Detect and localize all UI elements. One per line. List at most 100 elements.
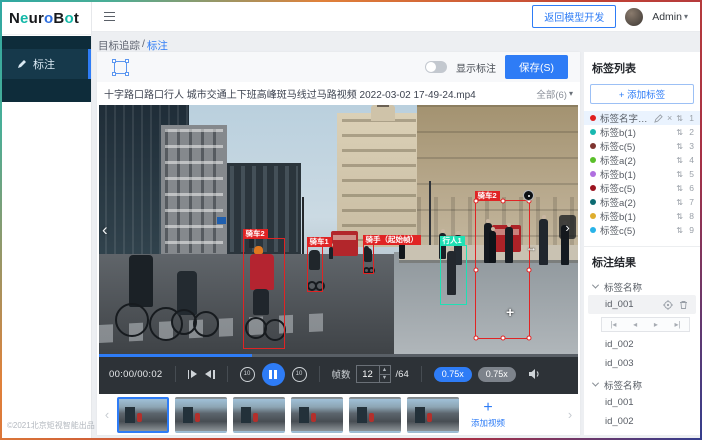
label-list-item[interactable]: 标签a(2)⇅7: [584, 195, 700, 209]
result-group-header[interactable]: 标签名称: [584, 278, 700, 295]
delete-label-icon[interactable]: ×: [667, 114, 672, 123]
result-item[interactable]: id_002: [584, 412, 700, 431]
label-list-item[interactable]: 标签b(1)⇅2: [584, 125, 700, 139]
result-item[interactable]: id_003: [584, 354, 700, 373]
add-label-button[interactable]: + 添加标签: [590, 84, 694, 104]
video-thumbnail[interactable]: [291, 397, 343, 433]
sort-icon[interactable]: ⇅: [676, 198, 683, 207]
sort-icon[interactable]: ⇅: [676, 170, 683, 179]
show-annotation-toggle[interactable]: [425, 61, 447, 73]
scene-tower: [371, 105, 395, 121]
trash-icon[interactable]: [679, 300, 688, 310]
scene-wheel: [193, 311, 219, 337]
save-button[interactable]: 保存(S): [505, 55, 568, 79]
thumbnail-strip: ‹ + 添加视频 ›: [99, 394, 578, 435]
sort-icon[interactable]: ⇅: [676, 128, 683, 137]
sort-icon[interactable]: ⇅: [676, 156, 683, 165]
resize-handle[interactable]: [474, 199, 479, 204]
video-canvas[interactable]: 骑车2骑车1骑手（起始帧）行人1骑车2 ‹ › + ↔: [99, 105, 578, 354]
label-list-item[interactable]: 标签b(1)⇅8: [584, 209, 700, 223]
result-item[interactable]: id_002: [584, 335, 700, 354]
thumbs-prev-icon[interactable]: ‹: [102, 407, 112, 422]
label-list-item[interactable]: 标签b(1)⇅5: [584, 167, 700, 181]
prev-video-overlay-icon[interactable]: ‹: [102, 220, 108, 240]
resize-handle[interactable]: [527, 336, 532, 341]
prev-frame-button[interactable]: [188, 370, 198, 379]
next-frame-button[interactable]: [205, 370, 215, 379]
prev-frame-icon[interactable]: ◂: [633, 321, 637, 329]
result-group-header[interactable]: 标签名称: [584, 376, 700, 393]
rect-select-tool-icon[interactable]: [114, 61, 127, 74]
frame-input[interactable]: [357, 366, 379, 382]
breadcrumb-parent[interactable]: 目标追踪: [98, 38, 140, 53]
label-list-item[interactable]: 标签c(5)⇅9: [584, 223, 700, 237]
plus-icon: +: [483, 400, 492, 416]
logo-char: N: [9, 10, 20, 27]
annotation-box-selected[interactable]: 骑车2: [475, 200, 530, 339]
rewind-10-icon[interactable]: 10: [240, 367, 255, 382]
forward-10-icon[interactable]: 10: [292, 367, 307, 382]
next-video-overlay-icon[interactable]: ›: [559, 215, 576, 239]
video-thumbnail[interactable]: [349, 397, 401, 433]
result-group-name: 标签名称: [604, 378, 642, 392]
next-frame-icon[interactable]: ▸: [654, 321, 658, 329]
label-color-dot: [590, 143, 596, 149]
frame-up-icon[interactable]: ▲: [380, 366, 390, 374]
result-item[interactable]: id_003: [584, 431, 700, 435]
edit-label-icon[interactable]: [654, 114, 663, 123]
annotation-box[interactable]: 行人1: [440, 245, 467, 305]
first-frame-icon[interactable]: |◂: [610, 321, 616, 329]
label-list-item[interactable]: 标签名字最长数...×⇅1: [584, 111, 700, 125]
result-item[interactable]: id_001: [584, 393, 700, 412]
resize-handle[interactable]: [500, 199, 505, 204]
volume-icon[interactable]: [528, 368, 541, 380]
annotation-box[interactable]: 骑车1: [307, 246, 323, 292]
label-list-item[interactable]: 标签c(5)⇅3: [584, 139, 700, 153]
annotation-box-label: 骑手（起始帧）: [363, 235, 422, 246]
add-video-button[interactable]: + 添加视频: [464, 396, 512, 434]
scene-building: [337, 113, 421, 247]
annotation-box[interactable]: 骑车2: [243, 238, 285, 349]
sort-icon[interactable]: ⇅: [676, 226, 683, 235]
last-frame-icon[interactable]: ▸|: [675, 321, 681, 329]
label-index: 3: [687, 141, 694, 151]
sort-icon[interactable]: ⇅: [676, 184, 683, 193]
label-color-dot: [590, 157, 596, 163]
sort-icon[interactable]: ⇅: [676, 142, 683, 151]
frame-down-icon[interactable]: ▼: [380, 374, 390, 383]
label-list-item[interactable]: 标签c(5)⇅6: [584, 181, 700, 195]
back-to-model-dev-button[interactable]: 返回模型开发: [532, 5, 616, 28]
annotation-box[interactable]: 骑手（起始帧）: [363, 244, 374, 274]
resize-handle[interactable]: [474, 267, 479, 272]
speed-pill-active[interactable]: 0.75x: [434, 367, 472, 382]
video-thumbnail[interactable]: [117, 397, 169, 433]
sidebar-fold-icon[interactable]: [104, 12, 115, 22]
video-thumbnail[interactable]: [233, 397, 285, 433]
scene-pole: [302, 197, 304, 259]
avatar[interactable]: [625, 8, 643, 26]
resize-handle[interactable]: [500, 336, 505, 341]
frame-total: /64: [396, 369, 409, 380]
move-handle-icon[interactable]: [523, 190, 534, 201]
logo: NeuroBot: [2, 2, 91, 35]
result-item[interactable]: id_001: [588, 295, 696, 314]
progress-bar[interactable]: [99, 354, 578, 357]
chevron-down-icon: [592, 380, 599, 387]
sidebar-item-annotate[interactable]: 标注: [2, 49, 91, 79]
video-thumbnail[interactable]: [175, 397, 227, 433]
chevron-down-icon: ▾: [569, 89, 573, 98]
sort-icon[interactable]: ⇅: [676, 212, 683, 221]
resize-handle[interactable]: [474, 336, 479, 341]
resize-handle[interactable]: [527, 267, 532, 272]
sort-icon[interactable]: ⇅: [676, 114, 683, 123]
speed-pill[interactable]: 0.75x: [478, 367, 516, 382]
video-filter-dropdown[interactable]: 全部(6) ▾: [536, 87, 573, 101]
frame-count-label: 帧数: [332, 367, 351, 381]
label-name: 标签b(1): [600, 209, 672, 223]
user-menu[interactable]: Admin ▾: [652, 11, 688, 23]
label-list-item[interactable]: 标签a(2)⇅4: [584, 153, 700, 167]
pause-button[interactable]: [262, 363, 285, 386]
thumbs-next-icon[interactable]: ›: [565, 407, 575, 422]
video-thumbnail[interactable]: [407, 397, 459, 433]
locate-icon[interactable]: [663, 300, 673, 310]
